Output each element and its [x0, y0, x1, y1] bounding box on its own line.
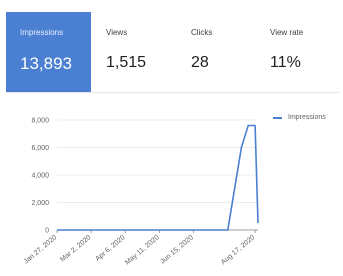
legend-swatch: [273, 116, 282, 119]
y-tick-label: 0: [45, 228, 49, 235]
y-tick-label: 4,000: [31, 173, 49, 180]
legend-label: Impressions: [288, 114, 326, 121]
y-tick-label: 8,000: [31, 118, 49, 125]
analytics-card: Impressions 13,893 Views 1,515 Clicks 28…: [0, 0, 343, 276]
x-tick-label: May 11, 2020: [124, 234, 161, 266]
x-tick-label: Mar 2, 2020: [59, 234, 92, 263]
x-tick-label: Apr 6, 2020: [94, 234, 126, 263]
impressions-line-chart: 8,000 6,000 4,000 2,000 0Jan 27, 2020 Mar 2, …: [23, 118, 259, 266]
x-tick-label: Jun 15, 2020: [159, 234, 195, 265]
x-tick-label: Jan 27, 2020: [23, 234, 59, 265]
y-tick-label: 6,000: [31, 145, 49, 152]
series-line-impressions: [57, 124, 259, 231]
y-tick-label: 2,000: [31, 200, 49, 207]
chart-legend: Impressions: [273, 114, 326, 121]
x-tick-label: Aug 17, 2020: [220, 234, 256, 266]
